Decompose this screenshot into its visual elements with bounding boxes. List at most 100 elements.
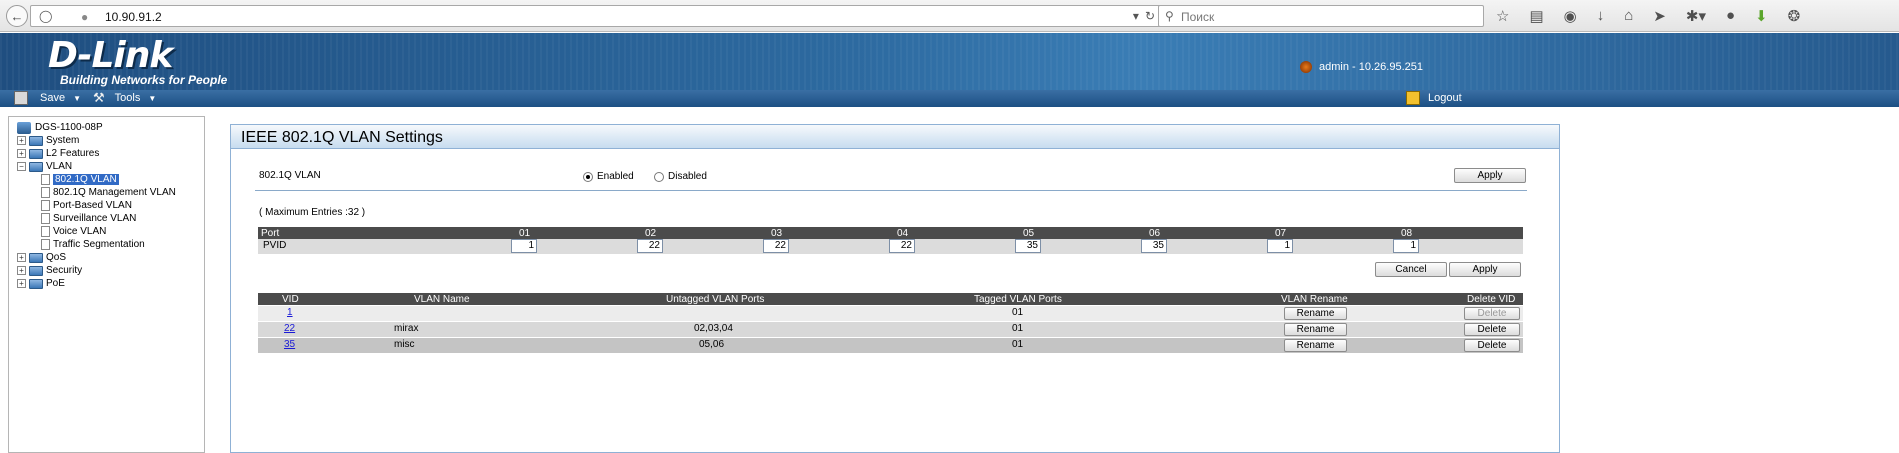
pvid-input-05[interactable]: 35: [1015, 239, 1041, 253]
search-bar[interactable]: ⚲ Поиск: [1158, 5, 1484, 27]
tree-item-poe[interactable]: + PoE: [17, 277, 204, 290]
identity-icon[interactable]: ◯: [39, 9, 52, 23]
vlan-label: 802.1Q VLAN: [259, 170, 321, 181]
rename-button[interactable]: Rename: [1284, 307, 1347, 320]
tree-item-8021q-mgmt-vlan[interactable]: 802.1Q Management VLAN: [17, 186, 204, 199]
navigation-tree: DGS-1100-08P + System + L2 Features − VL…: [8, 116, 205, 453]
vid-link[interactable]: 35: [284, 339, 295, 350]
folder-icon: [29, 148, 43, 159]
tree-item-l2-features[interactable]: + L2 Features: [17, 147, 204, 160]
vid-link[interactable]: 1: [287, 307, 293, 318]
divider: [255, 190, 1527, 191]
tools-icon: ⚒: [93, 90, 105, 105]
send-icon[interactable]: ➤: [1653, 7, 1666, 25]
table-row: 35 misc 05,06 01 Rename Delete: [258, 338, 1523, 353]
expand-icon[interactable]: +: [17, 136, 26, 145]
folder-icon: [29, 265, 43, 276]
pvid-input-07[interactable]: 1: [1267, 239, 1293, 253]
back-arrow-icon[interactable]: ←: [6, 5, 28, 27]
tree-item-qos[interactable]: + QoS: [17, 251, 204, 264]
green-download-icon[interactable]: ⬇: [1755, 7, 1768, 25]
expand-icon[interactable]: +: [17, 253, 26, 262]
tree-item-voice-vlan[interactable]: Voice VLAN: [17, 225, 204, 238]
tree-item-vlan[interactable]: − VLAN: [17, 160, 204, 173]
enabled-radio[interactable]: Enabled: [583, 171, 634, 182]
disabled-radio[interactable]: Disabled: [654, 171, 707, 182]
save-disk-icon: [14, 91, 28, 105]
browser-toolbar: ← ◯ ● 10.90.91.2 ▾↻ ⚲ Поиск ☆ ▤ ◉ ↓ ⌂ ➤ …: [0, 0, 1899, 32]
tree-item-8021q-vlan[interactable]: 802.1Q VLAN: [17, 173, 204, 186]
tagged-ports: 01: [1012, 323, 1024, 334]
save-menu[interactable]: Save ▼: [14, 91, 81, 105]
expand-icon[interactable]: +: [17, 279, 26, 288]
apply-pvid-button[interactable]: Apply: [1449, 262, 1521, 277]
pocket-icon[interactable]: ◉: [1564, 7, 1577, 25]
folder-icon: [29, 135, 43, 146]
search-icon: ⚲: [1165, 9, 1174, 23]
tree-item-security[interactable]: + Security: [17, 264, 204, 277]
pvid-row: PVID 1 22 22 22 35 35 1 1: [258, 239, 1523, 254]
search-placeholder: Поиск: [1181, 10, 1215, 24]
expand-icon[interactable]: +: [17, 266, 26, 275]
radio-unchecked-icon[interactable]: [654, 171, 664, 182]
apply-vlan-button[interactable]: Apply: [1454, 168, 1526, 183]
reading-list-icon[interactable]: ▤: [1529, 7, 1543, 25]
radio-checked-icon[interactable]: [583, 171, 593, 182]
chevron-down-icon: ▼: [148, 93, 157, 103]
folder-open-icon: [29, 161, 43, 172]
vlan-settings-panel: IEEE 802.1Q VLAN Settings 802.1Q VLAN En…: [230, 124, 1560, 453]
pvid-input-01[interactable]: 1: [511, 239, 537, 253]
table-row: 22 mirax 02,03,04 01 Rename Delete: [258, 322, 1523, 337]
folder-icon: [29, 252, 43, 263]
logout-button[interactable]: Logout: [1406, 91, 1462, 105]
vid-link[interactable]: 22: [284, 323, 295, 334]
bookmark-star-icon[interactable]: ☆: [1496, 7, 1509, 25]
url-text[interactable]: 10.90.91.2: [105, 10, 162, 24]
cancel-button[interactable]: Cancel: [1375, 262, 1447, 277]
rename-button[interactable]: Rename: [1284, 339, 1347, 352]
home-icon[interactable]: ⌂: [1624, 7, 1633, 25]
collapse-icon[interactable]: −: [17, 162, 26, 171]
user-icon: [1300, 61, 1313, 73]
chevron-down-icon: ▼: [73, 93, 81, 103]
dlink-logo: D-Link Building Networks for People: [48, 35, 228, 88]
addon-icon[interactable]: ❂: [1788, 7, 1801, 25]
page-icon: [41, 174, 50, 185]
pvid-input-02[interactable]: 22: [637, 239, 663, 253]
delete-button[interactable]: Delete: [1464, 339, 1520, 352]
switch-icon: [17, 121, 31, 134]
page-icon: [41, 226, 50, 237]
page-icon: [41, 213, 50, 224]
url-bar[interactable]: ◯ ● 10.90.91.2 ▾↻: [30, 5, 1170, 27]
chat-icon[interactable]: ●: [1726, 7, 1735, 25]
delete-button: Delete: [1464, 307, 1520, 320]
port-header-row: Port 01 02 03 04 05 06 07 08: [258, 227, 1523, 239]
delete-button[interactable]: Delete: [1464, 323, 1520, 336]
rename-button[interactable]: Rename: [1284, 323, 1347, 336]
table-row: 1 01 Rename Delete: [258, 306, 1523, 321]
page-icon: [41, 200, 50, 211]
logo-tagline: Building Networks for People: [60, 73, 228, 87]
untagged-ports: 05,06: [699, 339, 725, 350]
page-icon: [41, 187, 50, 198]
pvid-input-04[interactable]: 22: [889, 239, 915, 253]
download-icon[interactable]: ↓: [1597, 7, 1605, 25]
tagged-ports: 01: [1012, 339, 1024, 350]
pvid-input-06[interactable]: 35: [1141, 239, 1167, 253]
dlink-banner: D-Link Building Networks for People admi…: [0, 33, 1899, 90]
vlan-name: misc: [394, 339, 415, 350]
tools-menu[interactable]: ⚒ Tools ▼: [93, 91, 156, 105]
tree-item-surveillance-vlan[interactable]: Surveillance VLAN: [17, 212, 204, 225]
tree-item-system[interactable]: + System: [17, 134, 204, 147]
reload-icon[interactable]: ▾↻: [1133, 9, 1161, 23]
pvid-input-03[interactable]: 22: [763, 239, 789, 253]
vlan-table-header: VID VLAN Name Untagged VLAN Ports Tagged…: [258, 293, 1523, 305]
tree-root[interactable]: DGS-1100-08P: [17, 121, 204, 134]
page-icon: [41, 239, 50, 250]
logout-icon: [1406, 91, 1420, 105]
extension-icon[interactable]: ✱▾: [1686, 7, 1706, 25]
tree-item-traffic-segmentation[interactable]: Traffic Segmentation: [17, 238, 204, 251]
tree-item-port-based-vlan[interactable]: Port-Based VLAN: [17, 199, 204, 212]
pvid-input-08[interactable]: 1: [1393, 239, 1419, 253]
expand-icon[interactable]: +: [17, 149, 26, 158]
